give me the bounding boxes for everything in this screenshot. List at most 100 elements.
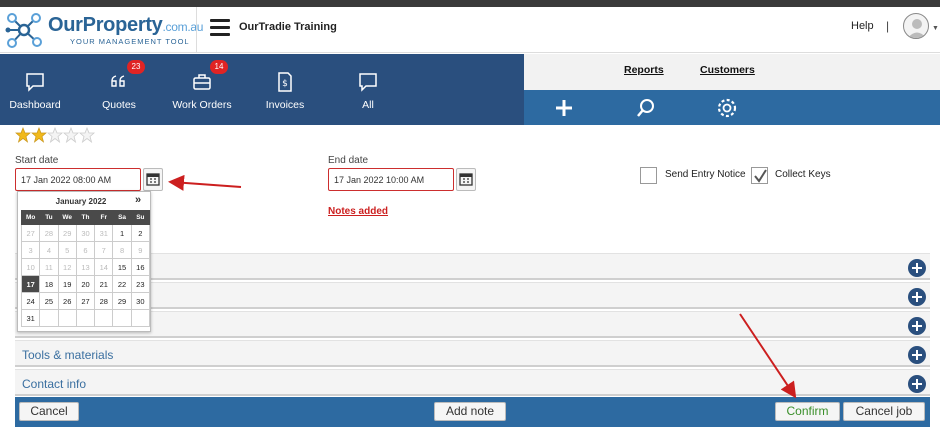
quote-icon <box>111 75 125 87</box>
calendar-day[interactable]: 17 <box>20 275 41 293</box>
calendar-day[interactable]: 27 <box>20 224 41 242</box>
notes-added-link[interactable]: Notes added <box>328 206 388 217</box>
weekday-header: Sa <box>112 210 132 225</box>
star-empty-icon[interactable] <box>78 126 96 144</box>
logo[interactable]: OurProperty.com.au YOUR MANAGEMENT TOOL <box>4 10 203 50</box>
end-date-calendar-button[interactable] <box>456 168 476 191</box>
hamburger-menu-icon[interactable] <box>210 19 230 37</box>
calendar-day[interactable]: 30 <box>130 292 151 310</box>
end-date-input[interactable]: 17 Jan 2022 10:00 AM <box>328 168 454 191</box>
nav-quotes[interactable]: 23 Quotes <box>76 54 162 125</box>
calendar-day[interactable]: 29 <box>112 292 132 310</box>
star-filled-icon[interactable] <box>15 127 31 143</box>
gear-icon[interactable] <box>715 96 739 120</box>
calendar-day[interactable]: 20 <box>75 275 96 293</box>
weekday-header: Th <box>75 210 96 225</box>
calendar-day[interactable]: 26 <box>57 292 77 310</box>
calendar-day[interactable]: 13 <box>75 258 96 276</box>
section-collapsed[interactable] <box>15 282 930 309</box>
add-note-button[interactable]: Add note <box>434 402 506 421</box>
nav-dashboard[interactable]: Dashboard <box>0 54 78 125</box>
calendar-day[interactable]: 11 <box>39 258 59 276</box>
calendar-day[interactable]: 31 <box>94 224 114 242</box>
header-divider <box>196 7 197 53</box>
star-empty-icon[interactable] <box>46 126 64 144</box>
calendar-day[interactable]: 10 <box>20 258 41 276</box>
calendar-day[interactable]: 25 <box>39 292 59 310</box>
send-entry-notice-checkbox[interactable] <box>640 167 657 184</box>
cancel-job-button[interactable]: Cancel job <box>843 402 925 421</box>
confirm-button[interactable]: Confirm <box>775 402 840 421</box>
section-collapsed[interactable] <box>15 311 930 338</box>
calendar-day[interactable]: 18 <box>39 275 59 293</box>
calendar-day[interactable]: 8 <box>112 241 132 259</box>
chat-bubble-icon <box>26 73 44 92</box>
expand-plus-icon[interactable] <box>908 375 926 393</box>
nav-all[interactable]: All <box>325 54 411 125</box>
weekday-header: We <box>57 210 77 225</box>
calendar-icon <box>146 173 160 186</box>
calendar-day[interactable]: 6 <box>75 241 96 259</box>
reports-link[interactable]: Reports <box>624 64 664 76</box>
main-nav: Dashboard 23 Quotes 14 Work Orders $ Inv… <box>0 54 524 125</box>
star-empty-icon[interactable] <box>62 126 80 144</box>
calendar-day[interactable]: 22 <box>112 275 132 293</box>
brand-tagline: YOUR MANAGEMENT TOOL <box>70 37 190 46</box>
calendar-day[interactable]: 27 <box>75 292 96 310</box>
date-picker-popup: January 2022 » Mo Tu We Th Fr Sa Su 27 28 29 30 31… <box>17 191 151 332</box>
nav-label: Quotes <box>102 99 136 111</box>
svg-text:$: $ <box>282 79 288 89</box>
calendar-day[interactable]: 3 <box>20 241 41 259</box>
calendar-day[interactable]: 7 <box>94 241 114 259</box>
work-orders-badge: 14 <box>210 60 228 74</box>
weekday-header: Fr <box>94 210 114 225</box>
expand-plus-icon[interactable] <box>908 259 926 277</box>
plus-icon[interactable] <box>552 96 576 120</box>
customers-link[interactable]: Customers <box>700 64 755 76</box>
calendar-day[interactable]: 4 <box>39 241 59 259</box>
search-icon[interactable] <box>634 96 658 120</box>
expand-plus-icon[interactable] <box>908 346 926 364</box>
calendar-day[interactable]: 12 <box>57 258 77 276</box>
calendar-day[interactable]: 28 <box>94 292 114 310</box>
calendar-day[interactable]: 1 <box>112 224 132 242</box>
calendar-day <box>57 309 77 327</box>
start-date-input[interactable]: 17 Jan 2022 08:00 AM <box>15 168 141 191</box>
calendar-grid: Mo Tu We Th Fr Sa Su 27 28 29 30 31 1 2 3 4 5 6 7 8 9 10 11 12… <box>20 210 151 327</box>
calendar-day[interactable]: 31 <box>20 309 41 327</box>
calendar-day[interactable]: 5 <box>57 241 77 259</box>
calendar-day[interactable]: 2 <box>130 224 151 242</box>
section-collapsed[interactable] <box>15 253 930 280</box>
calendar-day[interactable]: 14 <box>94 258 114 276</box>
next-month-icon[interactable]: » <box>135 194 141 206</box>
calendar-day[interactable]: 21 <box>94 275 114 293</box>
user-avatar-icon[interactable] <box>903 13 929 39</box>
help-link[interactable]: Help <box>851 20 874 32</box>
collect-keys-checkbox[interactable] <box>751 167 768 184</box>
nav-invoices[interactable]: $ Invoices <box>242 54 328 125</box>
calendar-day[interactable]: 30 <box>75 224 96 242</box>
calendar-day[interactable]: 24 <box>20 292 41 310</box>
nav-work-orders[interactable]: 14 Work Orders <box>159 54 245 125</box>
calendar-day[interactable]: 28 <box>39 224 59 242</box>
send-entry-notice-label: Send Entry Notice <box>665 169 746 180</box>
calendar-day[interactable]: 29 <box>57 224 77 242</box>
quotes-badge: 23 <box>127 60 145 74</box>
calendar-day[interactable]: 15 <box>112 258 132 276</box>
expand-plus-icon[interactable] <box>908 317 926 335</box>
chevron-down-icon[interactable]: ▼ <box>932 25 939 32</box>
form-footer: Cancel Add note Confirm Cancel job <box>15 397 930 427</box>
start-date-calendar-button[interactable] <box>143 168 163 191</box>
calendar-day[interactable]: 16 <box>130 258 151 276</box>
briefcase-icon <box>193 74 211 90</box>
expand-plus-icon[interactable] <box>908 288 926 306</box>
calendar-day[interactable]: 9 <box>130 241 151 259</box>
star-rating[interactable] <box>15 126 99 148</box>
section-tools-materials[interactable]: Tools & materials <box>15 340 930 367</box>
section-contact-info[interactable]: Contact info <box>15 369 930 396</box>
calendar-day[interactable]: 19 <box>57 275 77 293</box>
weekday-header: Tu <box>39 210 59 225</box>
cancel-button[interactable]: Cancel <box>19 402 79 421</box>
star-filled-icon[interactable] <box>31 127 47 143</box>
calendar-day[interactable]: 23 <box>130 275 151 293</box>
